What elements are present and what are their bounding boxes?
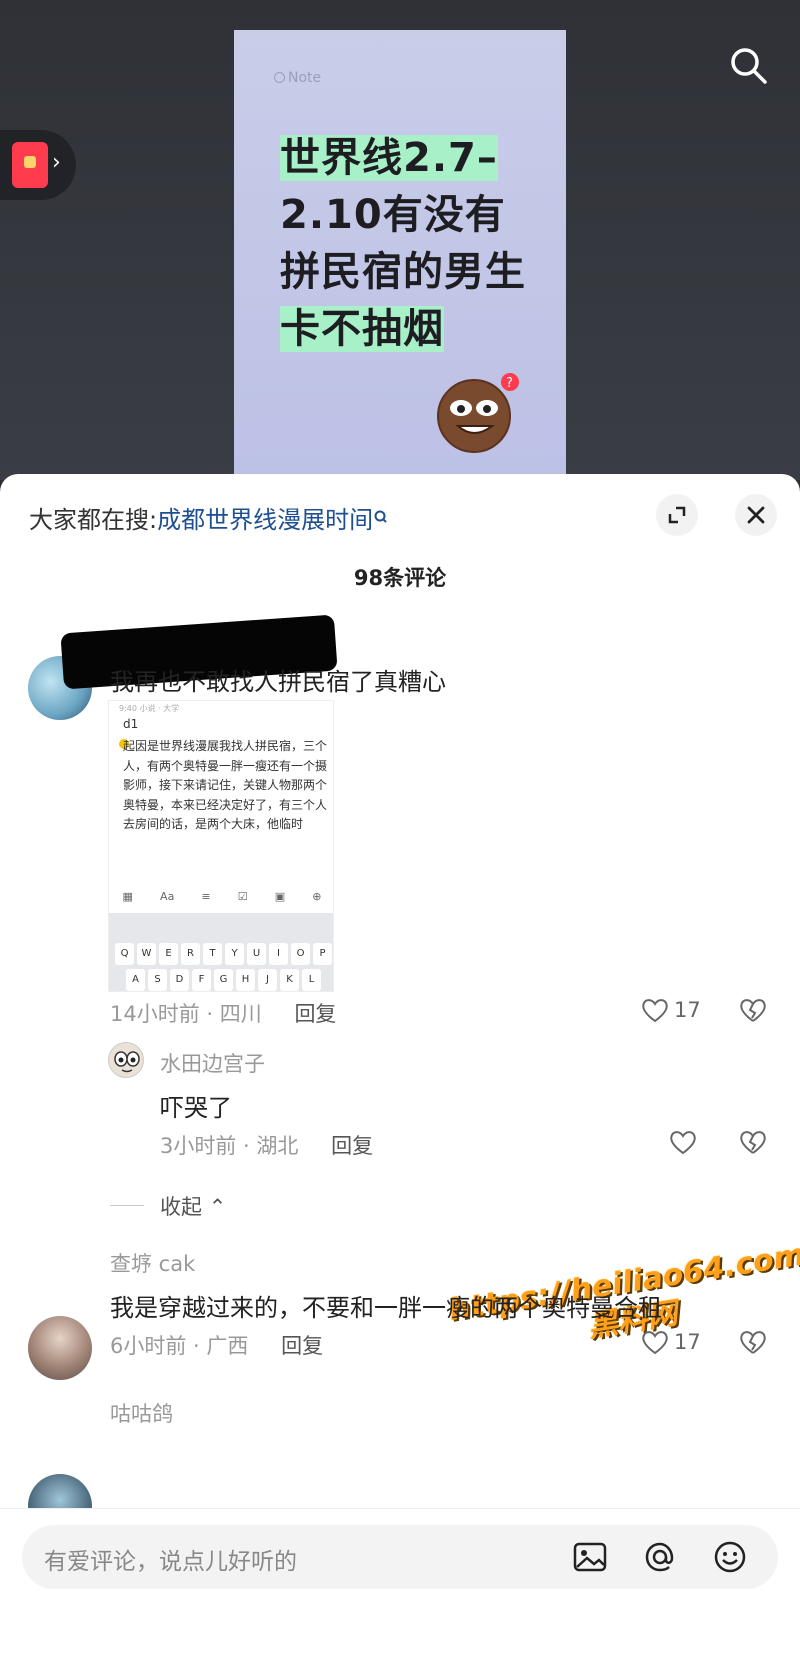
- small-search-icon: [374, 510, 387, 523]
- at-mention-icon[interactable]: [640, 1537, 680, 1577]
- keyboard-row-1: Q W E R T Y U I O P: [115, 943, 332, 965]
- reply-text: 吓哭了: [160, 1094, 232, 1122]
- emoji-icon[interactable]: [710, 1537, 750, 1577]
- heart-icon[interactable]: [668, 1128, 698, 1156]
- close-button[interactable]: [735, 494, 777, 536]
- checkbox-icon: ☑: [237, 889, 248, 903]
- like-count: 17: [674, 1330, 701, 1354]
- headline-line-1: 世界线2.7–: [280, 135, 498, 181]
- reply-username[interactable]: 水田边宫子: [160, 1048, 265, 1078]
- comment-username[interactable]: 查垿 cak: [110, 1248, 195, 1278]
- comment-meta: 14小时前 · 四川 回复: [110, 1002, 337, 1026]
- chevron-right-icon: ›: [52, 150, 61, 175]
- comment-image[interactable]: 9:40 小说 · 大学 d1 起因是世界线漫展我找人拼民宿，三个人，有两个奥特…: [108, 700, 334, 992]
- collapse-replies-button[interactable]: 收起 ⌃: [160, 1191, 226, 1221]
- cartoon-face-icon: [114, 1051, 140, 1073]
- comment-meta: 6小时前 · 广西 回复: [110, 1334, 324, 1358]
- svg-text:?: ?: [506, 376, 513, 391]
- broken-heart-icon[interactable]: [738, 1128, 768, 1156]
- image-editor-toolbar: ▦ Aa ≡ ☑ ▣ ⊕: [109, 879, 333, 913]
- plus-icon: ⊕: [312, 889, 322, 903]
- broken-heart-icon[interactable]: [738, 996, 768, 1024]
- close-icon: [747, 506, 765, 524]
- note-tag: Note: [274, 70, 321, 86]
- reply-avatar[interactable]: [108, 1042, 144, 1078]
- reply-button[interactable]: 回复: [281, 1334, 323, 1358]
- comment-count: 98条评论: [353, 566, 447, 590]
- red-envelope-button[interactable]: ›: [0, 130, 76, 200]
- broken-heart-icon[interactable]: [738, 1328, 768, 1356]
- image-body-text: 起因是世界线漫展我找人拼民宿，三个人，有两个奥特曼一胖一瘦还有一个摄影师，接下来…: [123, 739, 328, 831]
- headline-line-2: 2.10有没有: [280, 192, 506, 238]
- headline-line-4: 卡不抽烟: [280, 306, 444, 352]
- chevron-up-icon: ⌃: [208, 1195, 227, 1219]
- keyboard-screenshot: Q W E R T Y U I O P A S D F G H J K L: [109, 913, 333, 991]
- heart-icon[interactable]: [640, 1328, 670, 1356]
- reply-button[interactable]: 回复: [331, 1134, 373, 1158]
- expand-icon: [668, 506, 686, 524]
- expand-button[interactable]: [656, 494, 698, 536]
- reply-meta: 3小时前 · 湖北 回复: [160, 1134, 374, 1158]
- red-envelope-icon: [12, 142, 48, 188]
- divider: [110, 1205, 144, 1206]
- image-title: d1: [123, 717, 139, 731]
- comment-username[interactable]: 咕咕鸽: [110, 1398, 173, 1428]
- like-count: 17: [674, 998, 701, 1022]
- trending-search[interactable]: 大家都在搜:成都世界线漫展时间: [29, 500, 389, 535]
- comment-text: 我再也不敢找人拼民宿了真糟心: [110, 668, 446, 696]
- comment-sheet: 大家都在搜:成都世界线漫展时间 98条评论 我再也不敢找人拼民宿了真糟心 9:4…: [0, 474, 800, 1657]
- note-headline: 世界线2.7– 2.10有没有 拼民宿的男生 卡不抽烟: [280, 130, 526, 358]
- note-circle-icon: [274, 72, 285, 83]
- comment-input[interactable]: 有爱评论，说点儿好听的: [22, 1525, 778, 1589]
- keyboard-row-2: A S D F G H J K L: [126, 969, 321, 991]
- image-status-line: 9:40 小说 · 大学: [119, 704, 180, 713]
- note-card: Note 世界线2.7– 2.10有没有 拼民宿的男生 卡不抽烟 ?: [234, 30, 566, 480]
- comment-text: 我是穿越过来的，不要和一胖一瘦的两个奥特曼合租: [110, 1294, 662, 1322]
- trending-query-link[interactable]: 成都世界线漫展时间: [157, 506, 373, 534]
- image-picker-icon[interactable]: [570, 1537, 610, 1577]
- grid-icon: ▦: [122, 889, 133, 903]
- video-area[interactable]: Note 世界线2.7– 2.10有没有 拼民宿的男生 卡不抽烟 ? ›: [0, 0, 800, 480]
- avatar[interactable]: [28, 1316, 92, 1380]
- search-icon[interactable]: [727, 44, 769, 86]
- image-icon: ▣: [274, 889, 286, 903]
- heart-icon[interactable]: [640, 996, 670, 1024]
- reply-button[interactable]: 回复: [294, 1002, 336, 1026]
- align-icon: ≡: [201, 889, 211, 903]
- headline-line-3: 拼民宿的男生: [280, 249, 526, 295]
- cookie-face-emoji-icon: ?: [437, 373, 519, 453]
- app-screen: Note 世界线2.7– 2.10有没有 拼民宿的男生 卡不抽烟 ? › 大家都…: [0, 0, 800, 1657]
- comment-input-bar: 有爱评论，说点儿好听的: [0, 1508, 800, 1657]
- font-icon: Aa: [160, 889, 175, 903]
